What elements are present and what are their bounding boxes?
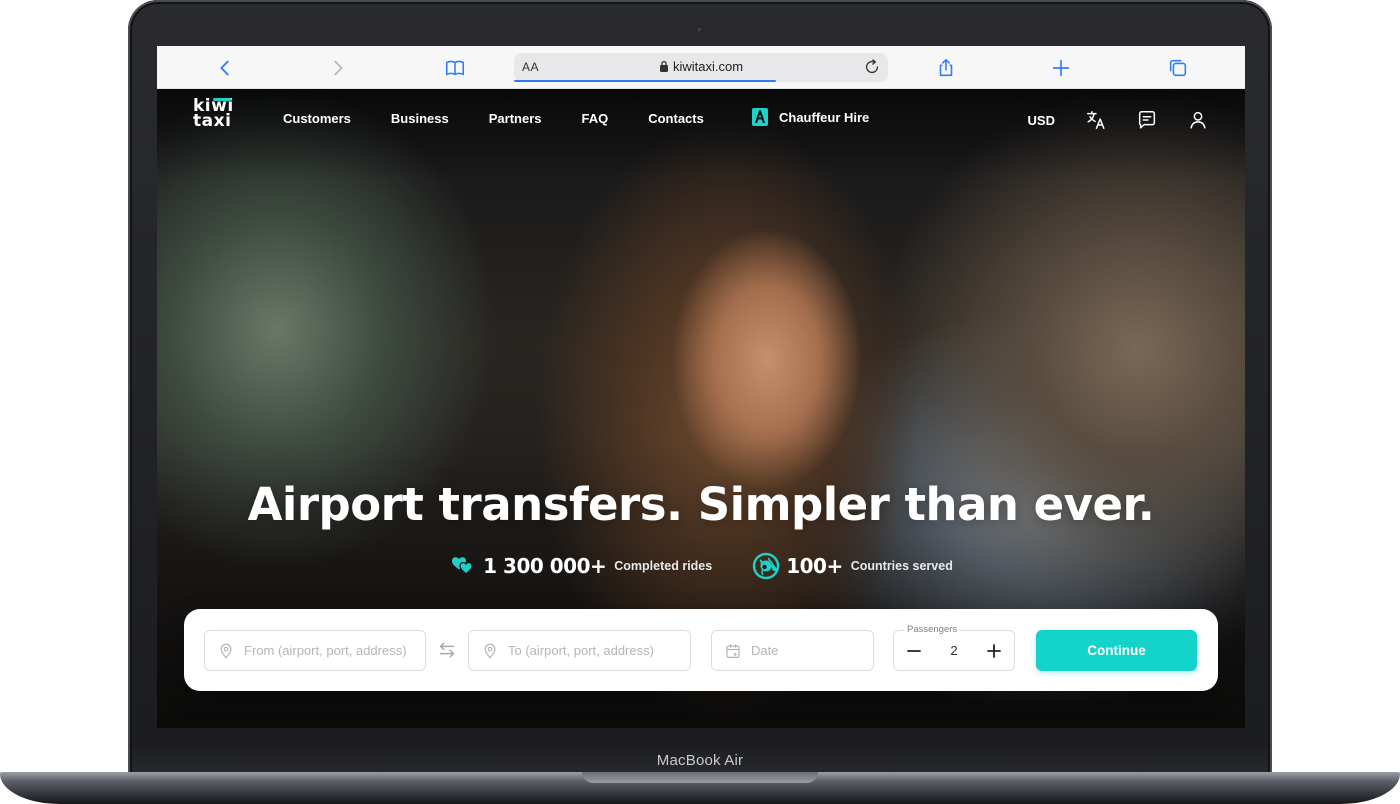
stat-value: 100+ — [786, 554, 843, 578]
header-actions: USD — [1028, 109, 1209, 131]
stat-label: Countries served — [850, 559, 953, 573]
kiwitaxi-logo[interactable]: kiwi taxi — [193, 98, 237, 130]
chat-icon[interactable] — [1136, 109, 1158, 131]
to-input[interactable] — [508, 643, 690, 658]
date-input[interactable] — [751, 643, 873, 658]
hero-stats: 1 300 000+ Completed rides 100+ Countrie… — [157, 552, 1245, 580]
location-pin-icon — [484, 643, 496, 659]
reload-icon[interactable] — [862, 57, 882, 77]
share-icon[interactable] — [934, 56, 958, 80]
stat-countries-served: 100+ Countries served — [752, 552, 953, 580]
nav-chauffeur-hire[interactable]: Chauffeur Hire — [751, 107, 869, 127]
stat-value: 1 300 000+ — [483, 554, 607, 578]
back-icon[interactable] — [213, 56, 237, 80]
nav-partners[interactable]: Partners — [489, 111, 542, 126]
laptop-notch — [582, 772, 818, 783]
laptop-model-label: MacBook Air — [656, 752, 744, 769]
nav-customers[interactable]: Customers — [283, 111, 351, 126]
transfer-search-form: Passengers 2 Continue — [184, 609, 1218, 691]
url-text: kiwitaxi.com — [672, 59, 744, 74]
calendar-icon — [726, 643, 740, 658]
plus-icon[interactable] — [983, 640, 1005, 662]
globe-icon — [753, 552, 780, 580]
user-icon[interactable] — [1187, 109, 1209, 131]
chauffeur-hire-label: Chauffeur Hire — [779, 109, 870, 125]
bookmarks-icon[interactable] — [443, 56, 467, 80]
passengers-label: Passengers — [904, 624, 961, 635]
swap-icon[interactable] — [436, 639, 458, 661]
date-field[interactable] — [711, 630, 874, 671]
chauffeur-badge-icon — [752, 108, 768, 126]
currency-selector[interactable]: USD — [1028, 113, 1055, 128]
location-pin-icon — [220, 643, 232, 659]
from-input[interactable] — [244, 643, 425, 658]
main-nav: Customers Business Partners FAQ Contacts — [283, 111, 744, 126]
screen: AA kiwitaxi.com kiwi taxi Customers Busi… — [157, 46, 1245, 728]
continue-button[interactable]: Continue — [1036, 630, 1197, 671]
from-field[interactable] — [204, 630, 426, 671]
hero-headline: Airport transfers. Simpler than ever. — [247, 478, 1155, 531]
address-bar[interactable]: AA kiwitaxi.com — [514, 53, 888, 82]
lock-icon — [659, 60, 668, 72]
camera — [696, 26, 703, 33]
tabs-overview-icon[interactable] — [1166, 56, 1190, 80]
stat-completed-rides: 1 300 000+ Completed rides — [449, 552, 712, 580]
site-header: kiwi taxi Customers Business Partners FA… — [157, 89, 1245, 151]
stat-label: Completed rides — [614, 559, 713, 573]
nav-business[interactable]: Business — [391, 111, 449, 126]
to-field[interactable] — [468, 630, 691, 671]
nav-contacts[interactable]: Contacts — [648, 111, 704, 126]
hearts-icon — [452, 557, 473, 575]
browser-toolbar: AA kiwitaxi.com — [157, 46, 1245, 89]
new-tab-icon[interactable] — [1049, 56, 1073, 80]
forward-icon[interactable] — [326, 56, 350, 80]
language-icon[interactable] — [1085, 109, 1107, 131]
nav-faq[interactable]: FAQ — [581, 111, 608, 126]
page-load-progress — [514, 80, 776, 82]
passengers-stepper: Passengers 2 — [893, 624, 1015, 671]
laptop-bottom-bezel: MacBook Air — [132, 746, 1268, 774]
